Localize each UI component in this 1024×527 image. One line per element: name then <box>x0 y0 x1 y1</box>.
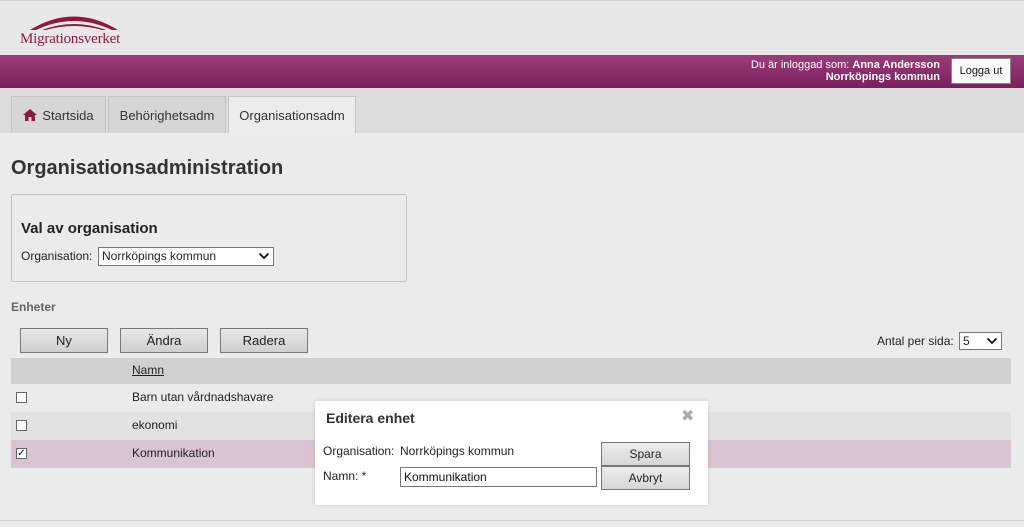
dialog-organisation-value: Norrköpings kommun <box>400 444 515 458</box>
row-name: Barn utan vårdnadshavare <box>132 390 274 404</box>
logo-text: Migrationsverket <box>20 31 121 47</box>
new-button[interactable]: Ny <box>20 328 108 353</box>
per-page-value: 5 <box>963 334 970 348</box>
tab-label: Organisationsadm <box>239 107 345 123</box>
logo[interactable]: Migrationsverket <box>18 9 128 49</box>
delete-button[interactable]: Radera <box>220 328 308 353</box>
table-header: Namn <box>11 358 1011 384</box>
row-checkbox[interactable] <box>16 420 27 431</box>
tab-startsida[interactable]: Startsida <box>11 96 106 133</box>
chevron-down-icon <box>986 337 998 345</box>
tab-label: Behörighetsadm <box>119 107 215 123</box>
dialog-name-label: Namn: * <box>323 469 367 483</box>
organisation-select[interactable]: Norrköpings kommun <box>98 247 274 266</box>
tab-behorighetsadm[interactable]: Behörighetsadm <box>108 96 226 133</box>
user-info: Du är inloggad som: Anna Andersson Norrk… <box>751 59 940 83</box>
organisation-selection-box: Val av organisation Organisation: Norrkö… <box>11 194 407 282</box>
divider <box>0 520 1024 521</box>
tab-label: Startsida <box>42 107 94 123</box>
logged-in-label: Du är inloggad som: <box>750 59 850 71</box>
save-button[interactable]: Spara <box>601 442 690 466</box>
dialog-organisation-label: Organisation: <box>323 444 395 458</box>
unit-name-input[interactable] <box>400 467 597 487</box>
edit-unit-dialog: Editera enhet ✖ Organisation: Norrköping… <box>315 401 708 505</box>
user-name: Anna Andersson <box>852 59 940 71</box>
logout-button[interactable]: Logga ut <box>951 58 1011 84</box>
row-checkbox[interactable]: ✓ <box>16 448 27 459</box>
page-header: Migrationsverket <box>0 0 1024 55</box>
row-name: ekonomi <box>132 418 178 432</box>
per-page-select[interactable]: 5 <box>959 332 1002 350</box>
user-org: Norrköpings kommun <box>825 71 940 83</box>
cancel-button[interactable]: Avbryt <box>601 466 690 490</box>
close-icon[interactable]: ✖ <box>681 409 694 425</box>
edit-button[interactable]: Ändra <box>120 328 208 353</box>
tab-organisationsadm[interactable]: Organisationsadm <box>228 96 356 133</box>
organisation-select-value: Norrköpings kommun <box>102 249 217 263</box>
row-name: Kommunikation <box>132 446 215 460</box>
page-title: Organisationsadministration <box>11 157 284 179</box>
chevron-down-icon <box>258 252 270 260</box>
home-icon <box>23 109 38 121</box>
units-heading: Enheter <box>11 300 56 314</box>
column-header-namn[interactable]: Namn <box>132 363 164 377</box>
row-checkbox[interactable] <box>16 392 27 403</box>
user-bar: Du är inloggad som: Anna Andersson Norrk… <box>0 55 1024 88</box>
logo-arc-icon <box>30 16 118 30</box>
dialog-title: Editera enhet <box>326 410 415 426</box>
org-box-title: Val av organisation <box>21 220 158 237</box>
per-page-label: Antal per sida: <box>877 334 954 348</box>
organisation-label: Organisation: <box>21 249 93 263</box>
